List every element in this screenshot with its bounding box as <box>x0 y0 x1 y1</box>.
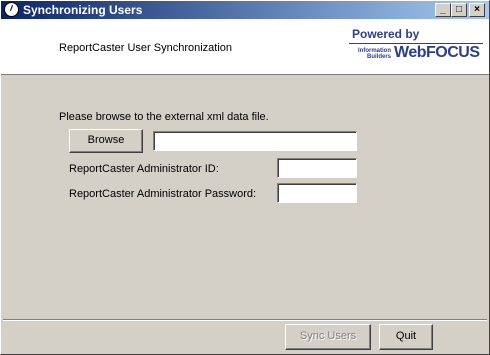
footer-divider <box>3 319 487 321</box>
xml-file-field[interactable] <box>153 131 357 151</box>
minimize-button[interactable]: _ <box>435 3 451 17</box>
quit-button[interactable]: Quit <box>379 324 433 350</box>
clock-icon <box>4 2 19 17</box>
page-title: ReportCaster User Synchronization <box>59 42 233 54</box>
browse-prompt: Please browse to the external xml data f… <box>59 111 269 123</box>
window-title: Synchronizing Users <box>23 3 143 17</box>
close-button[interactable]: × <box>469 3 485 17</box>
browse-button[interactable]: Browse <box>69 129 143 153</box>
title-bar[interactable]: Synchronizing Users _ □ × <box>1 1 489 19</box>
admin-password-field[interactable] <box>277 183 357 203</box>
admin-id-label: ReportCaster Administrator ID: <box>69 163 219 175</box>
admin-id-field[interactable] <box>277 158 357 178</box>
header-panel: ReportCaster User Synchronization Powere… <box>1 19 489 75</box>
logo-information-builders: Information Builders <box>358 48 391 60</box>
logo-powered-by: Powered by <box>352 27 420 41</box>
maximize-button[interactable]: □ <box>451 3 467 17</box>
sync-users-button[interactable]: Sync Users <box>285 324 371 350</box>
admin-password-label: ReportCaster Administrator Password: <box>69 188 257 200</box>
logo-webfocus: WebFOCUS <box>394 44 480 61</box>
dialog-window: Synchronizing Users _ □ × ReportCaster U… <box>0 0 490 355</box>
webfocus-logo: Powered by Information Builders WebFOCUS <box>349 27 483 69</box>
